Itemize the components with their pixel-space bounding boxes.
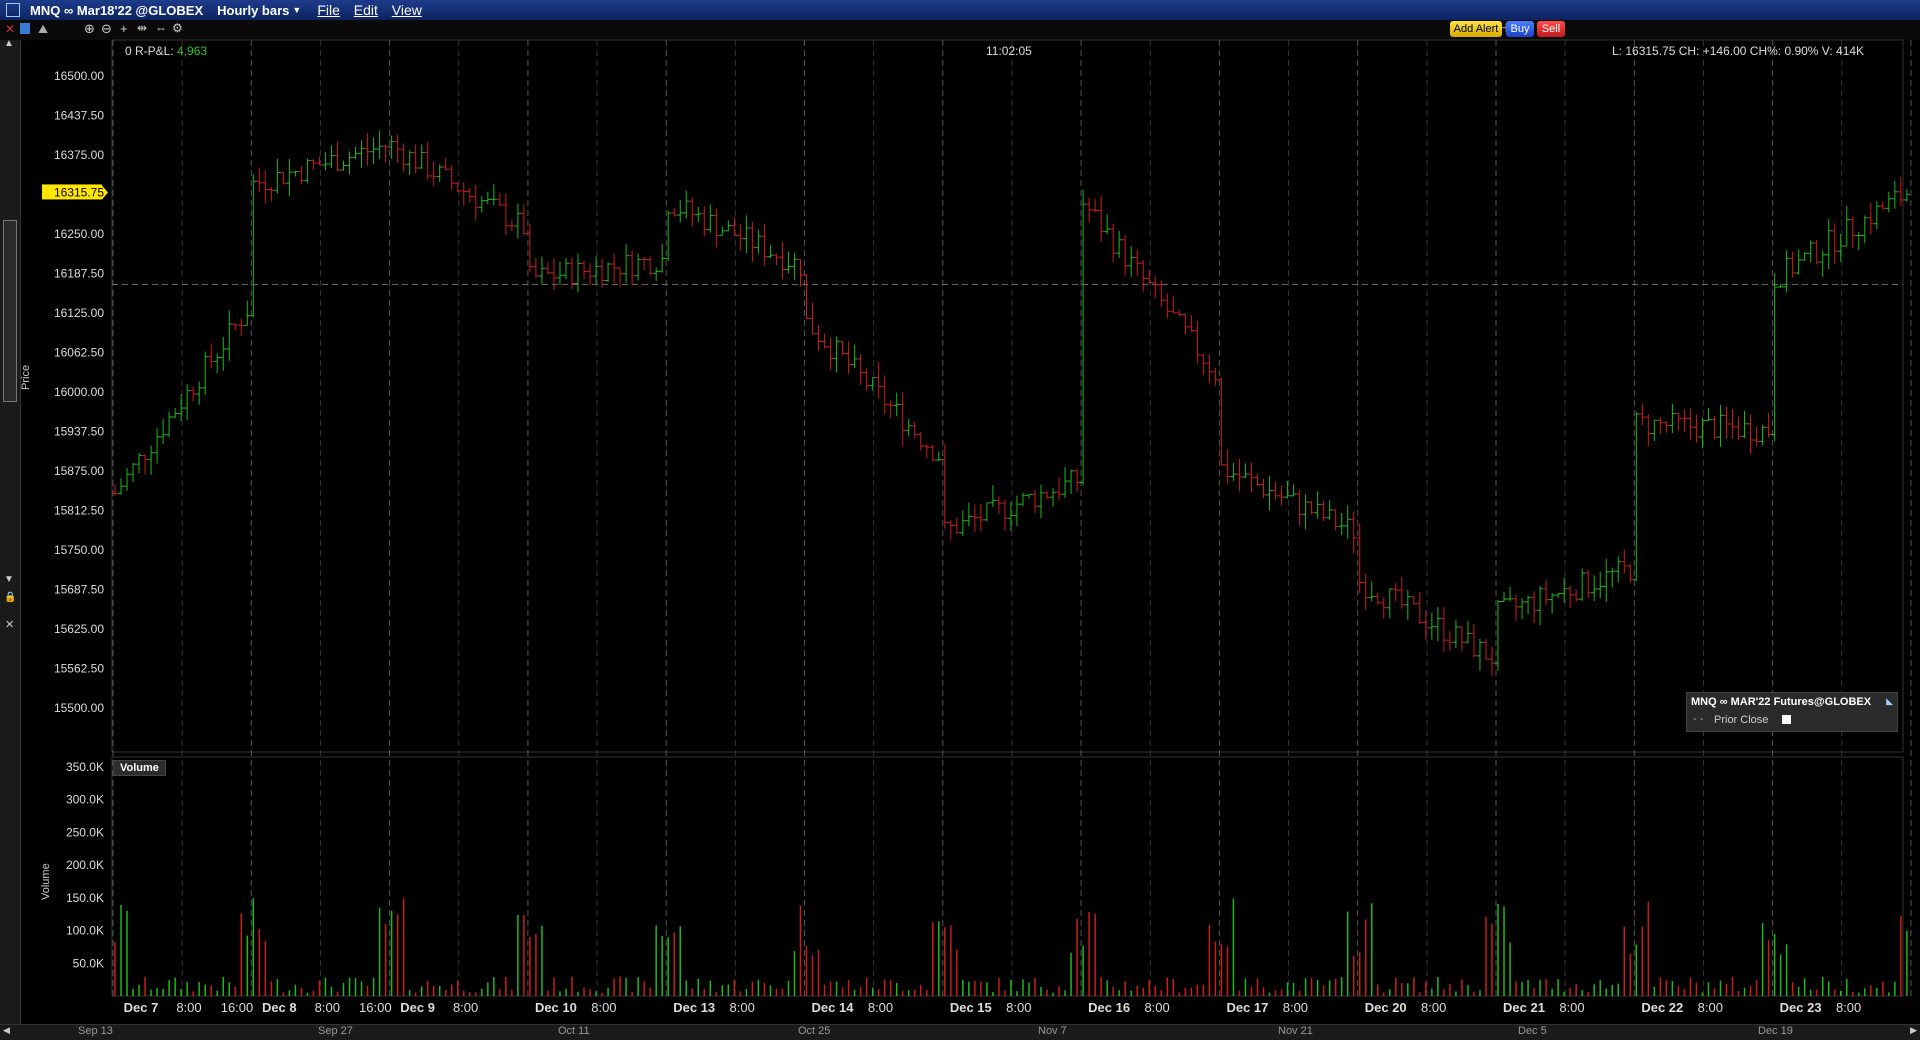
price-tick-label: 15500.00 <box>54 701 104 715</box>
price-axis-label: Price <box>20 364 32 390</box>
crosshair-time: 11:02:05 <box>986 44 1032 58</box>
volume-tick-label: 300.0K <box>66 793 104 807</box>
prior-close-line-icon: - - <box>1693 713 1704 725</box>
overview-label: Dec 5 <box>1518 1025 1547 1037</box>
price-tick-label: 16500.00 <box>54 69 104 83</box>
x-tick-label: Dec 10 <box>535 1000 577 1015</box>
price-tick-label: 16187.50 <box>54 267 104 281</box>
overview-label: Oct 11 <box>558 1025 590 1037</box>
volume-tick-label: 250.0K <box>66 825 104 839</box>
price-tick-label: 15750.00 <box>54 543 104 557</box>
x-tick-label: 8:00 <box>176 1000 201 1015</box>
volume-bars <box>114 898 1908 996</box>
x-tick-label: Dec 15 <box>950 1000 992 1015</box>
x-tick-label: 8:00 <box>591 1000 616 1015</box>
x-tick-label: Dec 21 <box>1503 1000 1545 1015</box>
x-tick-label: 8:00 <box>453 1000 478 1015</box>
legend-close-icon[interactable]: ◣ <box>1886 696 1893 707</box>
volume-axis-label: Volume <box>40 863 52 900</box>
volume-tick-label: 50.0K <box>73 956 104 970</box>
x-tick-label: Dec 8 <box>262 1000 297 1015</box>
checkbox-icon[interactable] <box>1782 715 1791 724</box>
rpl-label: 0 R-P&L: 4,963 <box>125 44 207 58</box>
horizontal-scrollbar[interactable]: ◀ ▶ Sep 13 Sep 27 Oct 11 Oct 25 Nov 7 Nov 21 D… <box>0 1024 1920 1040</box>
x-tick-label: Dec 20 <box>1365 1000 1407 1015</box>
x-tick-label: 16:00 <box>359 1000 392 1015</box>
price-tick-label: 15937.50 <box>54 425 104 439</box>
x-tick-label: Dec 13 <box>673 1000 715 1015</box>
volume-tick-label: 150.0K <box>66 891 104 905</box>
x-tick-label: 8:00 <box>868 1000 893 1015</box>
volume-tick-label: 350.0K <box>66 760 104 774</box>
volume-tick-label: 100.0K <box>66 924 104 938</box>
x-tick-label: Dec 22 <box>1641 1000 1683 1015</box>
price-tick-label: 15562.50 <box>54 662 104 676</box>
x-tick-label: 8:00 <box>1698 1000 1723 1015</box>
overview-label: Dec 19 <box>1758 1025 1793 1037</box>
price-tick-label: 16125.00 <box>54 306 104 320</box>
x-tick-label: Dec 9 <box>400 1000 435 1015</box>
scroll-right-icon[interactable]: ▶ <box>1910 1025 1917 1036</box>
volume-panel-title: Volume <box>113 760 166 776</box>
price-chart[interactable]: 16500.00 16437.50 16375.00 16315.75 16250.00… <box>0 0 1920 1039</box>
x-tick-label: Dec 7 <box>124 1000 159 1015</box>
grid-lines <box>111 39 1912 997</box>
x-tick-label: 8:00 <box>315 1000 340 1015</box>
rpl-value: 4,963 <box>177 44 208 58</box>
x-tick-label: 8:00 <box>1283 1000 1308 1015</box>
x-tick-label: 8:00 <box>1421 1000 1446 1015</box>
x-tick-label: 8:00 <box>730 1000 755 1015</box>
volume-tick-label: 200.0K <box>66 858 104 872</box>
legend-item-prior-close: Prior Close <box>1714 714 1769 726</box>
rpl-prefix: 0 R-P&L: <box>125 44 174 58</box>
x-tick-label: Dec 17 <box>1226 1000 1268 1015</box>
price-tick-label: 15625.00 <box>54 622 104 636</box>
overview-label: Nov 7 <box>1038 1025 1067 1037</box>
price-tick-label: 16000.00 <box>54 385 104 399</box>
price-tick-label: 16250.00 <box>54 227 104 241</box>
price-tick-label: 15875.00 <box>54 464 104 478</box>
price-tick-label: 16375.00 <box>54 148 104 162</box>
price-tick-label: 16062.50 <box>54 346 104 360</box>
overview-label: Sep 27 <box>318 1025 353 1037</box>
x-tick-label: 8:00 <box>1006 1000 1031 1015</box>
x-tick-label: 8:00 <box>1559 1000 1584 1015</box>
quote-readout: L: 16315.75 CH: +146.00 CH%: 0.90% V: 41… <box>1612 44 1865 58</box>
overview-label: Oct 25 <box>798 1025 831 1037</box>
x-tick-label: Dec 16 <box>1088 1000 1130 1015</box>
x-tick-label: 8:00 <box>1144 1000 1169 1015</box>
price-tick-label: 15812.50 <box>54 504 104 518</box>
x-tick-label: Dec 14 <box>812 1000 855 1015</box>
chart-legend[interactable]: MNQ ∞ MAR'22 Futures@GLOBEX ◣ - - Prior … <box>1686 692 1898 732</box>
ohlc-bars <box>112 130 1910 676</box>
x-tick-label: Dec 23 <box>1780 1000 1822 1015</box>
price-tick-label: 15687.50 <box>54 583 104 597</box>
axes: 16500.00 16437.50 16375.00 16315.75 16250.00… <box>42 69 1861 1015</box>
x-tick-label: 8:00 <box>1836 1000 1861 1015</box>
x-tick-label: 16:00 <box>221 1000 254 1015</box>
last-price-label: 16315.75 <box>54 185 104 199</box>
overview-label: Nov 21 <box>1278 1025 1313 1037</box>
legend-title: MNQ ∞ MAR'22 Futures@GLOBEX <box>1691 696 1872 708</box>
overview-label: Sep 13 <box>78 1025 113 1037</box>
scroll-left-icon[interactable]: ◀ <box>3 1025 10 1036</box>
price-tick-label: 16437.50 <box>54 109 104 123</box>
